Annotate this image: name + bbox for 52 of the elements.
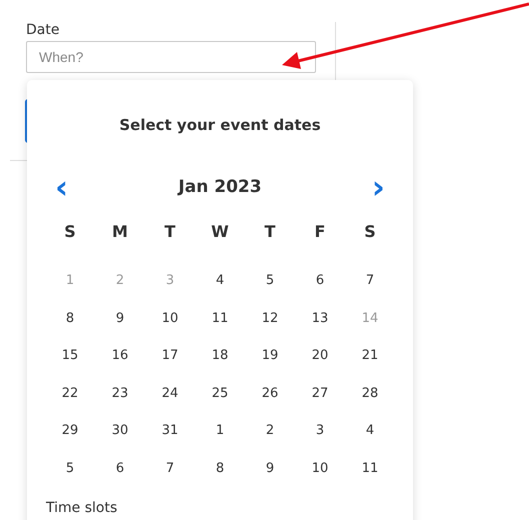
day-cell[interactable]: 19 [262, 337, 278, 375]
day-cell[interactable]: 21 [362, 337, 378, 375]
day-cell[interactable]: 24 [162, 374, 178, 412]
day-cell[interactable]: 26 [262, 374, 278, 412]
weekday-label: W [211, 221, 229, 243]
day-cell[interactable]: 5 [66, 450, 74, 488]
day-cell[interactable]: 28 [362, 374, 378, 412]
day-cell[interactable]: 8 [216, 450, 224, 488]
day-cell[interactable]: 13 [312, 300, 328, 338]
day-cell[interactable]: 10 [162, 300, 178, 338]
day-cell[interactable]: 1 [216, 412, 224, 450]
weekday-label: M [112, 221, 128, 243]
day-cell[interactable]: 30 [112, 412, 128, 450]
day-cell[interactable]: 15 [62, 337, 78, 375]
day-cell[interactable]: 29 [62, 412, 78, 450]
day-cell[interactable]: 11 [212, 300, 228, 338]
day-cell[interactable]: 27 [312, 374, 328, 412]
day-cell[interactable]: 25 [212, 374, 228, 412]
day-cell[interactable]: 18 [212, 337, 228, 375]
day-cell[interactable]: 6 [116, 450, 124, 488]
previous-month-button[interactable]: ‹ [49, 174, 74, 200]
day-cell[interactable]: 3 [316, 412, 324, 450]
day-cell[interactable]: 12 [262, 300, 278, 338]
day-cell[interactable]: 7 [366, 262, 374, 300]
day-cell[interactable]: 6 [316, 262, 324, 300]
day-cell[interactable]: 10 [312, 450, 328, 488]
popup-title: Select your event dates [119, 116, 321, 134]
day-cell[interactable]: 17 [162, 337, 178, 375]
day-cell[interactable]: 7 [166, 450, 174, 488]
date-label: Date [26, 22, 60, 38]
weekday-label: F [314, 221, 326, 243]
weekday-label: S [64, 221, 76, 243]
day-cell[interactable]: 5 [266, 262, 274, 300]
weekday-label: T [264, 221, 276, 243]
day-cell[interactable]: 9 [266, 450, 274, 488]
day-cell[interactable]: 22 [62, 374, 78, 412]
day-cell[interactable]: 31 [162, 412, 178, 450]
weekday-label: S [364, 221, 376, 243]
time-slots-label: Time slots [46, 500, 118, 516]
weekday-label: T [164, 221, 176, 243]
day-cell[interactable]: 2 [266, 412, 274, 450]
date-input[interactable]: When? [26, 41, 316, 73]
day-cell[interactable]: 9 [116, 300, 124, 338]
day-cell[interactable]: 8 [66, 300, 74, 338]
day-cell[interactable]: 4 [216, 262, 224, 300]
day-cell[interactable]: 23 [112, 374, 128, 412]
month-label: Jan 2023 [178, 177, 262, 197]
day-cell[interactable]: 11 [362, 450, 378, 488]
day-cell[interactable]: 16 [112, 337, 128, 375]
day-cell[interactable]: 4 [366, 412, 374, 450]
next-month-button[interactable]: › [366, 174, 391, 200]
day-cell[interactable]: 20 [312, 337, 328, 375]
